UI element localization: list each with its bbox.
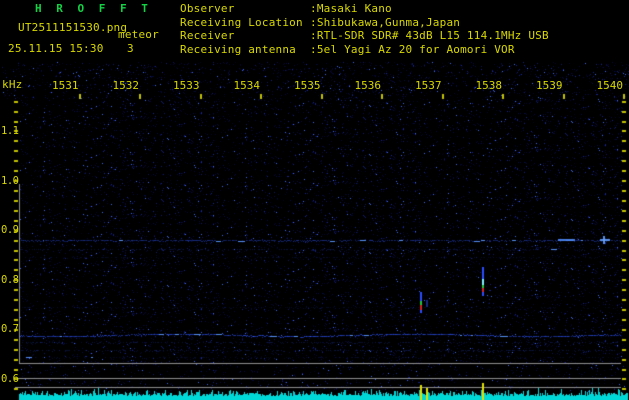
x-axis-label: 1535 [294, 79, 321, 92]
receiver-label: Receiver [180, 29, 235, 42]
x-axis-label: 1540 [596, 79, 624, 92]
capture-datetime: 25.11.15 15:30 [8, 42, 104, 55]
meteor-count-label: meteor [118, 28, 159, 41]
y-axis-label: 0.6 [1, 372, 19, 385]
observer-label: Observer [180, 2, 235, 15]
receiving-location-label: Receiving Location [180, 16, 303, 29]
khz-axis-label: kHz [2, 78, 23, 91]
x-axis-label: 1536 [354, 79, 382, 92]
x-axis-label: 1534 [233, 79, 261, 92]
y-axis-label: 0.9 [1, 224, 19, 237]
y-axis-label: 1.0 [1, 174, 19, 187]
y-axis-label: 0.8 [1, 273, 19, 286]
receiving-antenna-value: :5el Yagi Az 20 for Aomori VOR [310, 43, 515, 56]
x-axis-label: 1538 [475, 79, 503, 92]
observer-value: :Masaki Kano [310, 2, 392, 15]
receiving-antenna-label: Receiving antenna [180, 43, 296, 56]
x-axis-label: 1537 [415, 79, 442, 92]
x-axis-label: 1533 [173, 79, 200, 92]
spectrogram-canvas [0, 0, 629, 400]
meteor-count-value: 3 [127, 42, 134, 55]
receiver-value: :RTL-SDR SDR# 43dB L15 114.1MHz USB [310, 29, 549, 42]
y-axis-label: 1.1 [1, 124, 19, 137]
y-axis-label: 0.7 [1, 323, 19, 336]
app-title: H R O F F T [35, 2, 152, 15]
x-axis-label: 1532 [112, 79, 140, 92]
x-axis-label: 1531 [52, 79, 79, 92]
hrofft-window: H R O F F T UT2511151530.png meteor 25.1… [0, 0, 629, 400]
capture-filename: UT2511151530.png [18, 21, 128, 34]
x-axis-label: 1539 [536, 79, 563, 92]
receiving-location-value: :Shibukawa,Gunma,Japan [310, 16, 461, 29]
